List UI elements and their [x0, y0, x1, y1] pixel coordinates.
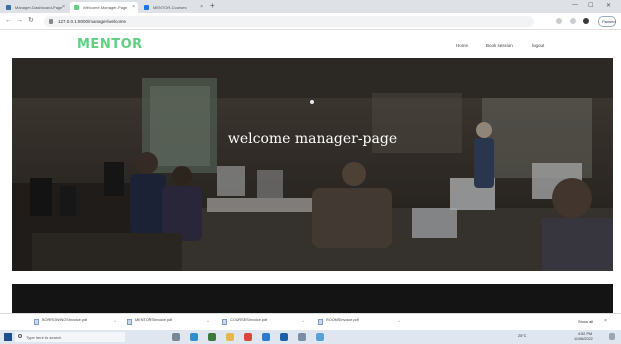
clock-date[interactable]: 11/06/2022 [574, 337, 593, 341]
chevron-up-icon[interactable]: ^ [302, 319, 304, 324]
bookmark-star-icon[interactable] [556, 18, 562, 24]
pdf-file-icon [34, 319, 39, 325]
show-all-downloads-link[interactable]: Show all [578, 319, 593, 324]
notifications-icon[interactable] [609, 333, 615, 340]
download-filename: MENTORSInvoice.pdf [135, 318, 173, 322]
download-filename: ROOMSInvoice.pdf [326, 318, 359, 322]
hero-indicator-dot [310, 100, 314, 104]
chevron-up-icon[interactable]: ^ [207, 319, 209, 324]
os-taskbar: Type here to search 25°C 4:52 PM 11/06/2… [0, 330, 621, 344]
photos-icon[interactable] [316, 333, 324, 341]
taskbar-search-placeholder: Type here to search [26, 335, 62, 340]
browser-tab-1[interactable]: Welcome-Manager-Page × [70, 2, 138, 13]
extension-icon[interactable] [583, 18, 589, 24]
address-text: 127.0.0.1:8000/manager/welcome [58, 19, 127, 24]
tab-title: Welcome-Manager-Page [83, 5, 128, 10]
settings-icon[interactable] [298, 333, 306, 341]
task-view-icon[interactable] [172, 333, 180, 341]
hero-banner: welcome manager-page [12, 58, 613, 271]
pdf-file-icon [318, 319, 323, 325]
vscode-icon[interactable] [262, 333, 270, 341]
minimize-icon[interactable]: — [572, 2, 578, 8]
download-filename: COURSESInvoice.pdf [230, 318, 268, 322]
address-bar[interactable]: 127.0.0.1:8000/manager/welcome [44, 16, 534, 27]
chevron-up-icon[interactable]: ^ [398, 319, 400, 324]
close-tab-icon[interactable]: × [132, 4, 135, 10]
close-window-icon[interactable]: ✕ [606, 2, 611, 9]
site-header: MENTOR Home Book session logout [0, 30, 621, 58]
store-icon[interactable] [208, 333, 216, 341]
clock-time[interactable]: 4:52 PM [578, 332, 592, 336]
download-filename: BORROWINGSInvoice.pdf [42, 318, 88, 322]
windows-start-icon[interactable] [4, 333, 12, 341]
browser-tab-0[interactable]: Manager-Dashboard-Page × [2, 2, 68, 13]
search-icon [18, 334, 22, 338]
browser-tab-strip: Manager-Dashboard-Page × Welcome-Manager… [0, 0, 621, 13]
taskbar-search-box[interactable]: Type here to search [15, 332, 125, 342]
site-logo[interactable]: MENTOR [77, 37, 143, 52]
extensions-icon[interactable] [570, 18, 576, 24]
pdf-file-icon [127, 319, 132, 325]
weather-temperature[interactable]: 25°C [518, 334, 526, 338]
tab-title: MENTOR-Courses [153, 5, 187, 10]
close-tab-icon[interactable]: × [62, 4, 65, 10]
edge-icon[interactable] [190, 333, 198, 341]
download-item[interactable]: MENTORSInvoice.pdf ^ [125, 316, 209, 329]
maximize-icon[interactable]: ☐ [588, 2, 593, 9]
download-item[interactable]: COURSESInvoice.pdf ^ [220, 316, 304, 329]
nav-link-home[interactable]: Home [456, 43, 468, 48]
tab-title: Manager-Dashboard-Page [15, 5, 63, 10]
download-item[interactable]: BORROWINGSInvoice.pdf ^ [32, 316, 116, 329]
reload-icon[interactable]: ↻ [28, 17, 34, 25]
profile-button[interactable]: Paused [598, 16, 616, 27]
download-item[interactable]: ROOMSInvoice.pdf ^ [316, 316, 400, 329]
favicon-icon [144, 5, 149, 10]
browser-toolbar: ← → ↻ 127.0.0.1:8000/manager/welcome Pau… [0, 13, 621, 30]
new-tab-button[interactable]: + [210, 2, 215, 10]
pdf-file-icon [222, 319, 227, 325]
file-explorer-icon[interactable] [226, 333, 234, 341]
site-info-icon[interactable] [49, 19, 53, 24]
nav-link-book-session[interactable]: Book session [486, 43, 513, 48]
terminal-icon[interactable] [280, 333, 288, 341]
favicon-icon [6, 5, 11, 10]
chrome-icon[interactable] [244, 333, 252, 341]
back-icon[interactable]: ← [5, 17, 12, 25]
close-tab-icon[interactable]: × [200, 4, 203, 10]
nav-link-logout[interactable]: logout [532, 43, 544, 48]
downloads-bar: BORROWINGSInvoice.pdf ^ MENTORSInvoice.p… [0, 313, 621, 330]
close-downloads-icon[interactable]: × [604, 318, 607, 324]
forward-icon[interactable]: → [16, 17, 23, 25]
favicon-icon [74, 5, 79, 10]
dark-section [12, 284, 613, 313]
profile-label: Paused [602, 19, 616, 24]
hero-title: welcome manager-page [227, 131, 398, 147]
browser-tab-2[interactable]: MENTOR-Courses × [140, 2, 206, 13]
hero-overlay [12, 58, 613, 271]
chevron-up-icon[interactable]: ^ [114, 319, 116, 324]
